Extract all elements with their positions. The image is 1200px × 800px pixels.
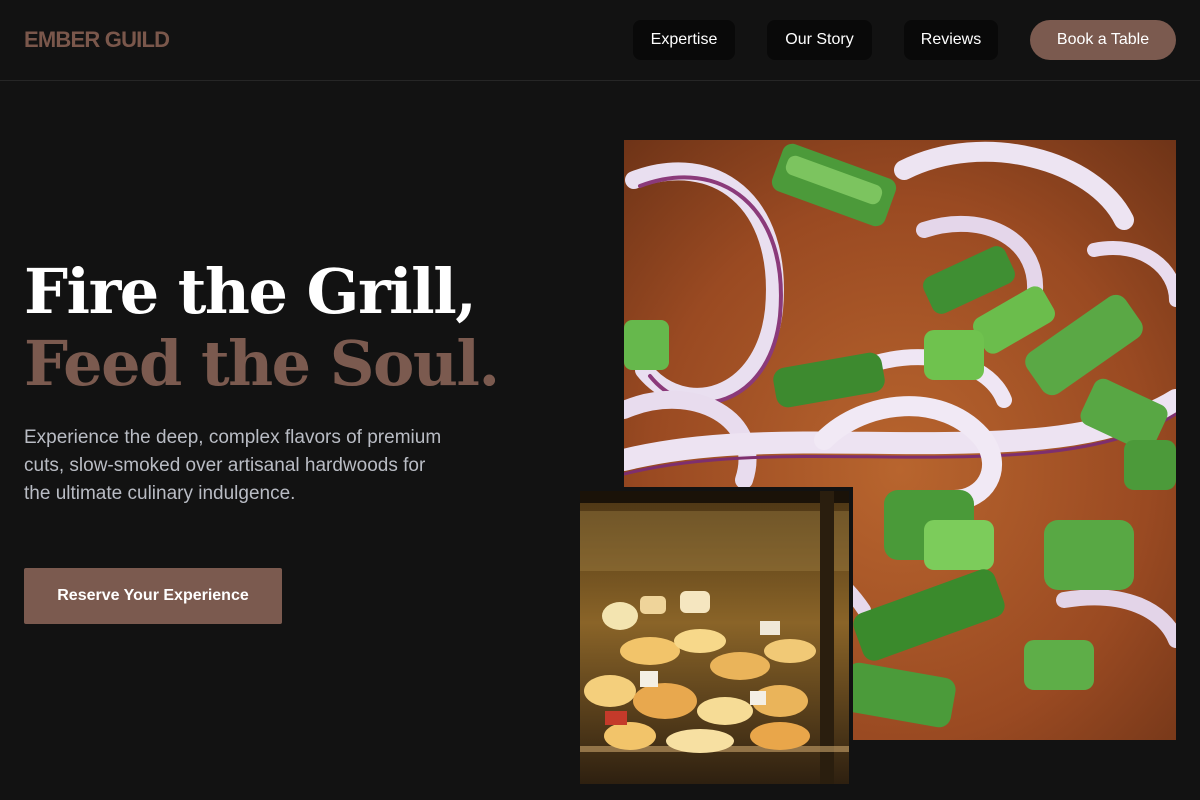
nav-link-reviews[interactable]: Reviews — [904, 20, 998, 60]
site-header: EMBER GUILD Expertise Our Story Reviews … — [0, 0, 1200, 81]
hero-description: Experience the deep, complex flavors of … — [24, 427, 442, 504]
nav-link-our-story[interactable]: Our Story — [767, 20, 872, 60]
deli-display-image — [580, 491, 849, 784]
deli-display-photo — [576, 487, 853, 788]
brand-logo[interactable]: EMBER GUILD — [24, 27, 170, 53]
hero-title-line-2: Feed the Soul. — [24, 327, 500, 400]
reserve-experience-button[interactable]: Reserve Your Experience — [24, 568, 282, 624]
hero-title-line-1: Fire the Grill, — [24, 255, 477, 328]
book-table-button[interactable]: Book a Table — [1030, 20, 1176, 60]
nav-link-expertise[interactable]: Expertise — [633, 20, 735, 60]
hero-title: Fire the Grill, Feed the Soul. — [24, 256, 584, 400]
